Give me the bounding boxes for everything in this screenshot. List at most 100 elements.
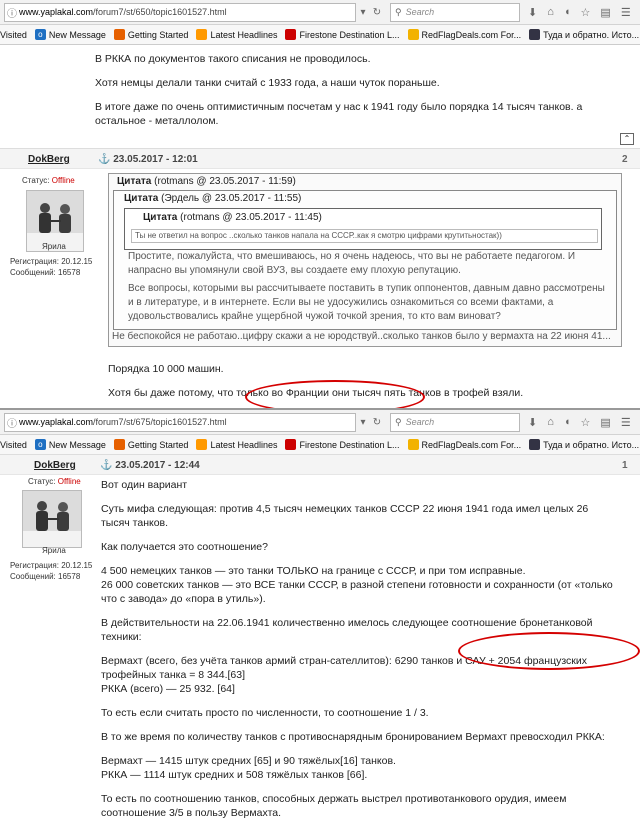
bookmarks-list-icon[interactable]: ▤ [600, 416, 610, 429]
paragraph: Порядка 10 000 машин. [108, 363, 224, 375]
url-domain: www.yaplakal.com [19, 417, 94, 427]
paragraph: 4 500 немецких танков — это танки ТОЛЬКО… [101, 565, 613, 605]
bookmark-firestone[interactable]: Firestone Destination L... [285, 439, 400, 450]
search-input[interactable]: ⚲ Search [390, 412, 520, 432]
bookmark-tuda[interactable]: Туда и обратно. Исто... [529, 29, 639, 40]
pocket-icon[interactable]: ◖ [564, 416, 571, 429]
post-date[interactable]: ⚓ 23.05.2017 - 12:44 [100, 460, 200, 471]
dropdown-icon[interactable]: ▾ [356, 417, 370, 428]
firestone-icon [285, 29, 297, 40]
bookmark-getting-started[interactable]: Getting Started [113, 29, 188, 40]
paragraph: В то же время по количеству танков с про… [101, 731, 605, 743]
screenshot-bottom: ⓘ www.yaplakal.com/forum7/st/675/topic16… [0, 408, 640, 827]
bookmark-getting-started[interactable]: Getting Started [113, 439, 188, 450]
outlook-icon: o [34, 439, 46, 450]
address-bar[interactable]: ⓘ www.yaplakal.com/forum7/st/650/topic16… [4, 2, 356, 22]
post-date[interactable]: ⚓ 23.05.2017 - 12:01 [98, 154, 198, 165]
paragraph: В РККА по документов такого списания не … [95, 53, 371, 65]
paragraph: То есть по соотношению танков, способных… [101, 793, 567, 819]
paragraph: То есть если считать просто по численнос… [101, 707, 429, 719]
quote-title: Цитата (rotmans @ 23.05.2017 - 11:59) [117, 176, 296, 187]
reload-icon[interactable]: ↻ [370, 7, 384, 18]
folder-icon [407, 29, 419, 40]
browser-toolbar: ⓘ www.yaplakal.com/forum7/st/675/topic16… [0, 408, 640, 435]
paragraph: Хотя немцы делали танки считай с 1933 го… [95, 77, 440, 89]
anchor-icon: ⚓ [98, 154, 111, 165]
avatar-image [23, 491, 81, 547]
avatar-caption: Ярила [42, 546, 66, 555]
quote-title: Цитата (Эрдель @ 23.05.2017 - 11:55) [124, 193, 302, 204]
paragraph: Как получается это соотношение? [101, 541, 268, 553]
menu-icon[interactable]: ☰ [621, 6, 631, 19]
bookmark-redflagdeals[interactable]: RedFlagDeals.com For... [407, 439, 521, 450]
bookmark-firestone[interactable]: Firestone Destination L... [285, 29, 400, 40]
quote-text: Ты не ответил на вопрос ..сколько танков… [131, 229, 598, 243]
nested-quote: Цитата (Эрдель @ 23.05.2017 - 11:55) Цит… [113, 190, 617, 330]
rss-icon [196, 29, 208, 40]
post-header [0, 454, 640, 475]
user-status: Статус: Offline [22, 176, 75, 185]
quote-text: Простите, пожалуйста, что вмешиваюсь, но… [128, 251, 605, 322]
bookmark-star-icon[interactable]: ☆ [581, 416, 591, 429]
bookmark-visited[interactable]: Visited [0, 30, 27, 40]
paragraph: В итоге даже по очень оптимистичным посч… [95, 101, 583, 127]
bookmark-redflagdeals[interactable]: RedFlagDeals.com For... [407, 29, 521, 40]
address-bar[interactable]: ⓘ www.yaplakal.com/forum7/st/675/topic16… [4, 412, 356, 432]
menu-icon[interactable]: ☰ [621, 416, 631, 429]
search-icon: ⚲ [395, 416, 402, 427]
anchor-icon: ⚓ [100, 460, 113, 471]
rss-icon [196, 439, 208, 450]
outlook-icon: o [34, 29, 46, 40]
home-icon[interactable]: ⌂ [547, 416, 554, 429]
bookmark-new-message[interactable]: o New Message [34, 29, 106, 40]
previous-post-body: В РККА по документов такого списания не … [95, 52, 615, 138]
bookmark-star-icon[interactable]: ☆ [581, 6, 591, 19]
post-username[interactable]: DokBerg [34, 460, 76, 471]
browser-toolbar: ⓘ www.yaplakal.com/forum7/st/650/topic16… [0, 0, 640, 25]
nested-quote-inner: Цитата (rotmans @ 23.05.2017 - 11:45) Ты… [124, 208, 602, 250]
scroll-top-icon[interactable]: ⌃ [620, 133, 634, 145]
download-icon[interactable]: ⬇ [528, 6, 537, 19]
bookmark-tuda[interactable]: Туда и обратно. Исто... [529, 439, 639, 450]
reload-icon[interactable]: ↻ [370, 417, 384, 428]
quote-title: Цитата (rotmans @ 23.05.2017 - 11:45) [143, 212, 322, 223]
url-domain: www.yaplakal.com [19, 7, 94, 17]
post-number[interactable]: 2 [622, 154, 628, 165]
search-input[interactable]: ⚲ Search [390, 2, 520, 22]
post-username[interactable]: DokBerg [28, 154, 70, 165]
paragraph: Суть мифа следующая: против 4,5 тысяч не… [101, 503, 589, 529]
user-status: Статус: Offline [28, 477, 81, 486]
bookmark-new-message[interactable]: o New Message [34, 439, 106, 450]
page-info-icon[interactable]: ⓘ [5, 415, 19, 430]
user-stats: Регистрация: 20.12.15 Сообщений: 16578 [10, 257, 93, 277]
pocket-icon[interactable]: ◖ [564, 6, 571, 19]
home-icon[interactable]: ⌂ [547, 6, 554, 19]
search-icon: ⚲ [395, 6, 402, 17]
avatar-caption: Ярила [42, 242, 66, 251]
bookmark-latest-headlines[interactable]: Latest Headlines [196, 439, 277, 450]
bookmarks-list-icon[interactable]: ▤ [600, 6, 610, 19]
download-icon[interactable]: ⬇ [528, 416, 537, 429]
annotation-circle [245, 380, 425, 408]
url-path: /forum7/st/675/topic1601527.html [93, 417, 227, 427]
quote-text: Не беспокойся не работаю..цифру скажи а … [112, 331, 611, 342]
quote-block: Цитата (rotmans @ 23.05.2017 - 11:59) Ци… [108, 173, 622, 347]
bookmarks-bar: Visited o New Message Getting Started Lat… [0, 435, 640, 455]
screenshot-top: ⓘ www.yaplakal.com/forum7/st/650/topic16… [0, 0, 640, 408]
post-number[interactable]: 1 [622, 460, 628, 471]
annotation-circle [458, 632, 640, 670]
paragraph: Вермахт — 1415 штук средних [65] и 90 тя… [101, 755, 396, 781]
user-stats: Регистрация: 20.12.15 Сообщений: 16578 [10, 561, 93, 581]
pin-icon [529, 29, 541, 40]
firefox-icon [113, 29, 125, 40]
bookmarks-bar: Visited o New Message Getting Started Lat… [0, 25, 640, 45]
post-header [0, 148, 640, 169]
firestone-icon [285, 439, 297, 450]
bookmark-visited[interactable]: Visited [0, 440, 27, 450]
dropdown-icon[interactable]: ▾ [356, 7, 370, 18]
paragraph: Вот один вариант [101, 479, 188, 491]
folder-icon [407, 439, 419, 450]
page-info-icon[interactable]: ⓘ [5, 5, 19, 20]
pin-icon [529, 439, 541, 450]
bookmark-latest-headlines[interactable]: Latest Headlines [196, 29, 277, 40]
